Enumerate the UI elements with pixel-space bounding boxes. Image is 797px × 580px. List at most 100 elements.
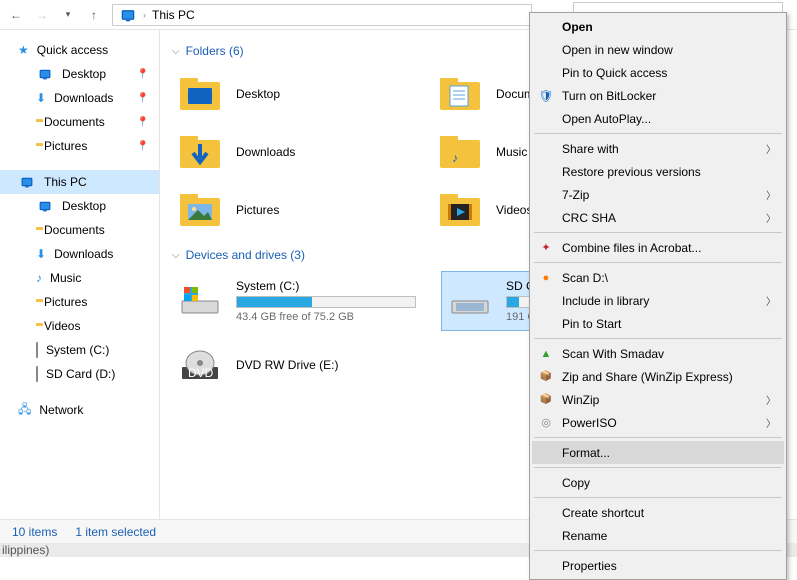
sidebar-qa-documents[interactable]: Documents📍 (0, 110, 159, 134)
pin-icon: 📍 (137, 141, 149, 152)
chevron-down-icon: ⌵ (172, 46, 180, 57)
sidebar-pc-pictures[interactable]: Pictures (0, 290, 159, 314)
submenu-arrow-icon: 〉 (766, 415, 776, 430)
menu-separator (534, 467, 782, 468)
this-pc-icon (119, 8, 137, 22)
menu-bitlocker[interactable]: 🛡Turn on BitLocker (532, 84, 784, 107)
address-bar[interactable]: › This PC (112, 4, 532, 26)
chevron-right-icon: › (143, 10, 146, 20)
sidebar-pc-downloads[interactable]: ⬇Downloads (0, 242, 159, 266)
pictures-folder-icon (176, 188, 224, 232)
status-selected-count: 1 item selected (75, 525, 156, 539)
context-menu: Open Open in new window Pin to Quick acc… (529, 12, 787, 580)
pin-icon: 📍 (137, 69, 149, 80)
downloads-icon: ⬇ (36, 247, 46, 261)
drive-usage-bar (236, 296, 416, 308)
submenu-arrow-icon: 〉 (766, 141, 776, 156)
menu-winzip[interactable]: 📦WinZip〉 (532, 388, 784, 411)
up-button[interactable]: ↑ (82, 3, 106, 27)
menu-restore-versions[interactable]: Restore previous versions (532, 160, 784, 183)
drive-free-text: 43.4 GB free of 75.2 GB (236, 311, 438, 323)
videos-folder-icon (436, 188, 484, 232)
music-icon: ♪ (36, 271, 42, 285)
drive-icon (36, 343, 38, 357)
drive-icon (36, 367, 38, 381)
sidebar-network[interactable]: 🖧Network (0, 398, 159, 422)
menu-format[interactable]: Format... (532, 441, 784, 464)
forward-button[interactable]: → (30, 3, 54, 27)
acrobat-icon: ✦ (538, 240, 554, 256)
back-button[interactable]: ← (4, 3, 28, 27)
star-icon: ★ (18, 43, 29, 57)
sidebar-qa-downloads[interactable]: ⬇Downloads📍 (0, 86, 159, 110)
menu-scan-d[interactable]: ●Scan D:\ (532, 266, 784, 289)
folder-pictures[interactable]: Pictures (172, 184, 432, 236)
svg-text:♪: ♪ (452, 151, 458, 165)
drive-dvd-e[interactable]: DVD DVD RW Drive (E:) (172, 336, 442, 394)
desktop-icon (36, 67, 54, 81)
breadcrumb-current[interactable]: This PC (152, 8, 195, 22)
menu-separator (534, 232, 782, 233)
shield-icon: 🛡 (538, 88, 554, 104)
submenu-arrow-icon: 〉 (766, 293, 776, 308)
menu-separator (534, 338, 782, 339)
poweriso-icon: ◎ (538, 415, 554, 431)
menu-open[interactable]: Open (532, 15, 784, 38)
desktop-icon (36, 199, 54, 213)
submenu-arrow-icon: 〉 (766, 392, 776, 407)
chevron-down-icon: ⌵ (172, 250, 180, 261)
menu-create-shortcut[interactable]: Create shortcut (532, 501, 784, 524)
menu-share-with[interactable]: Share with〉 (532, 137, 784, 160)
drive-system-c[interactable]: System (C:) 43.4 GB free of 75.2 GB (172, 272, 442, 330)
menu-crc-sha[interactable]: CRC SHA〉 (532, 206, 784, 229)
avast-icon: ● (538, 270, 554, 286)
sidebar-this-pc[interactable]: This PC (0, 170, 159, 194)
winzip-icon: 📦 (538, 392, 554, 408)
menu-separator (534, 133, 782, 134)
sidebar-qa-desktop[interactable]: Desktop📍 (0, 62, 159, 86)
menu-rename[interactable]: Rename (532, 524, 784, 547)
sidebar-quick-access[interactable]: ★ Quick access (0, 38, 159, 62)
dvd-drive-icon: DVD (176, 343, 224, 387)
menu-poweriso[interactable]: ◎PowerISO〉 (532, 411, 784, 434)
navigation-pane: ★ Quick access Desktop📍 ⬇Downloads📍 Docu… (0, 30, 160, 533)
status-item-count: 10 items (12, 525, 57, 539)
menu-pin-start[interactable]: Pin to Start (532, 312, 784, 335)
drive-name: System (C:) (236, 279, 438, 293)
menu-zip-share[interactable]: 📦Zip and Share (WinZip Express) (532, 365, 784, 388)
drive-icon (446, 279, 494, 323)
this-pc-icon (18, 175, 36, 189)
recent-dropdown[interactable]: ▾ (56, 3, 80, 27)
menu-autoplay[interactable]: Open AutoPlay... (532, 107, 784, 130)
menu-combine-acrobat[interactable]: ✦Combine files in Acrobat... (532, 236, 784, 259)
menu-7zip[interactable]: 7-Zip〉 (532, 183, 784, 206)
music-folder-icon: ♪ (436, 130, 484, 174)
menu-separator (534, 262, 782, 263)
folder-downloads[interactable]: Downloads (172, 126, 432, 178)
sidebar-qa-pictures[interactable]: Pictures📍 (0, 134, 159, 158)
pin-icon: 📍 (137, 93, 149, 104)
documents-folder-icon (436, 72, 484, 116)
menu-scan-smadav[interactable]: ▲Scan With Smadav (532, 342, 784, 365)
sidebar-pc-desktop[interactable]: Desktop (0, 194, 159, 218)
network-icon: 🖧 (18, 400, 31, 421)
menu-separator (534, 497, 782, 498)
menu-open-new-window[interactable]: Open in new window (532, 38, 784, 61)
menu-properties[interactable]: Properties (532, 554, 784, 577)
winzip-icon: 📦 (538, 369, 554, 385)
folder-desktop[interactable]: Desktop (172, 68, 432, 120)
menu-copy[interactable]: Copy (532, 471, 784, 494)
sidebar-pc-videos[interactable]: Videos (0, 314, 159, 338)
sidebar-pc-sdcard-d[interactable]: SD Card (D:) (0, 362, 159, 386)
menu-include-library[interactable]: Include in library〉 (532, 289, 784, 312)
menu-pin-quick-access[interactable]: Pin to Quick access (532, 61, 784, 84)
downloads-icon: ⬇ (36, 91, 46, 105)
sidebar-pc-music[interactable]: ♪Music (0, 266, 159, 290)
sidebar-pc-system-c[interactable]: System (C:) (0, 338, 159, 362)
sidebar-pc-documents[interactable]: Documents (0, 218, 159, 242)
drive-name: DVD RW Drive (E:) (236, 358, 438, 372)
smadav-icon: ▲ (538, 346, 554, 362)
downloads-folder-icon (176, 130, 224, 174)
submenu-arrow-icon: 〉 (766, 210, 776, 225)
menu-separator (534, 437, 782, 438)
